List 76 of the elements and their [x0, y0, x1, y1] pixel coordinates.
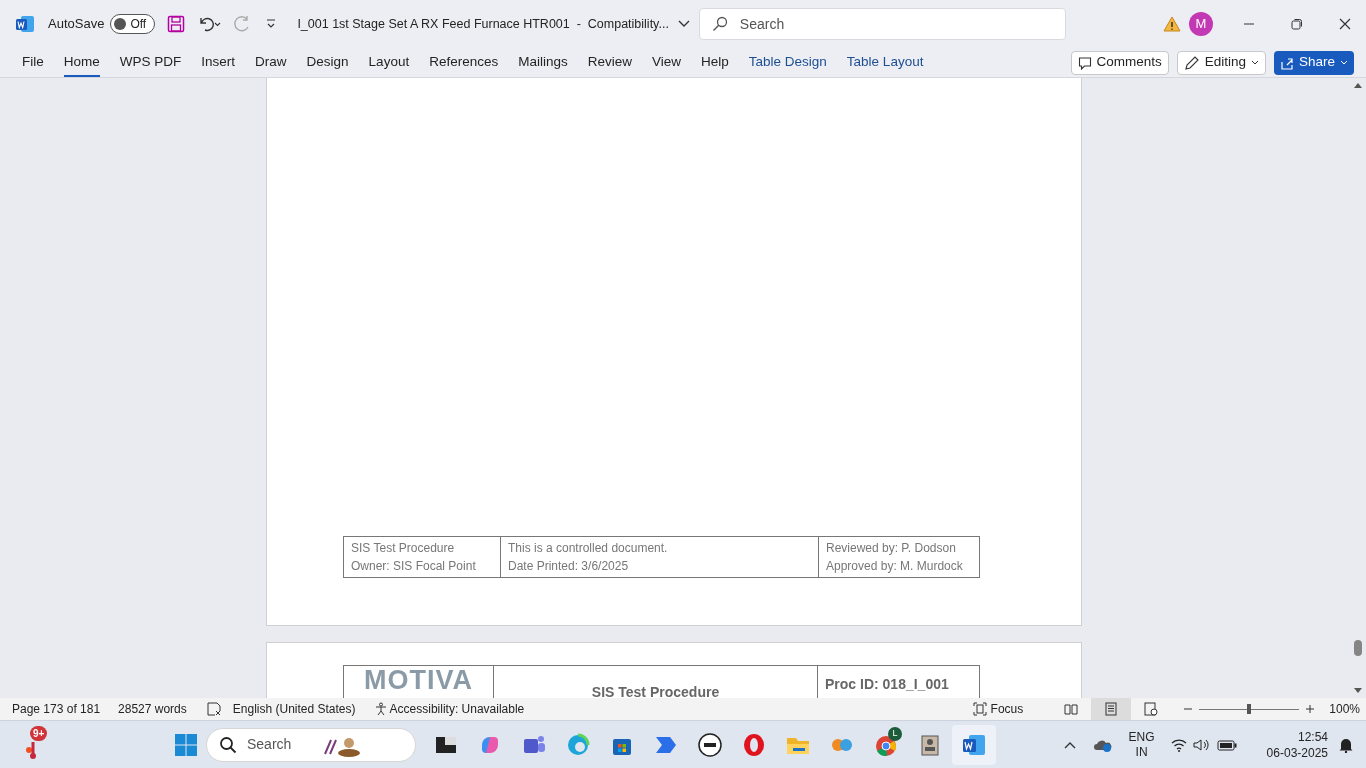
word-logo-icon: [16, 15, 34, 33]
search-icon: [219, 735, 237, 754]
battery-icon[interactable]: [1216, 738, 1237, 751]
ribbon-tab[interactable]: Review: [577, 47, 642, 78]
zoom-percent[interactable]: 100%: [1329, 700, 1360, 718]
profile-badge: L: [888, 726, 902, 741]
comments-button[interactable]: Comments: [1071, 50, 1169, 75]
caret-icon: [1340, 59, 1348, 66]
accessibility-icon[interactable]: [373, 702, 388, 716]
ribbon-tab[interactable]: Table Design: [738, 47, 837, 78]
wifi-icon[interactable]: [1170, 737, 1187, 752]
ribbon-tab[interactable]: WPS PDF: [109, 47, 192, 78]
editing-button[interactable]: Editing: [1176, 50, 1266, 75]
notification-badge: 9+: [30, 725, 48, 741]
ribbon-tab[interactable]: Home: [53, 47, 110, 78]
web-view-icon: [1144, 702, 1159, 716]
avatar[interactable]: M: [1188, 12, 1213, 36]
caret-icon: [1250, 59, 1259, 66]
ribbon-tab[interactable]: Mailings: [508, 47, 578, 78]
focus-button[interactable]: Focus: [972, 700, 1024, 718]
save-icon[interactable]: [167, 15, 186, 33]
warning-icon[interactable]: [1162, 16, 1181, 32]
focus-icon: [972, 702, 987, 716]
taskbar-search[interactable]: Search: [206, 727, 416, 762]
zoom-in-icon[interactable]: [1305, 704, 1316, 714]
footer-text: SIS Test Procedure: [351, 540, 456, 557]
ribbon-tab[interactable]: View: [642, 47, 692, 78]
page-count[interactable]: Page 173 of 181: [12, 700, 101, 718]
zoom-thumb[interactable]: [1247, 704, 1252, 714]
share-button[interactable]: Share: [1273, 50, 1354, 75]
document-title: I_001 1st Stage Set A RX Feed Furnace HTR001 - Compatibility...: [297, 16, 669, 33]
language-status[interactable]: English (United States): [232, 700, 356, 718]
ribbon-tab[interactable]: References: [419, 47, 509, 78]
volume-icon[interactable]: [1192, 737, 1211, 752]
opera-icon[interactable]: [741, 731, 767, 758]
restore-icon[interactable]: [1290, 18, 1303, 30]
footer-text: This is a controlled document.: [508, 540, 669, 557]
search-field[interactable]: Search: [698, 8, 1066, 40]
search-icon: [711, 16, 728, 32]
clock[interactable]: 12:54 06-03-2025: [1266, 728, 1328, 761]
print-view-icon: [1104, 702, 1119, 716]
language-indicator[interactable]: ENG IN: [1128, 729, 1155, 760]
word-count[interactable]: 28527 words: [118, 700, 187, 718]
ribbon-tab[interactable]: Draw: [245, 47, 297, 78]
ribbon-tab[interactable]: Design: [296, 47, 359, 78]
search-input[interactable]: Search: [739, 12, 1040, 36]
scroll-thumb[interactable]: [1354, 640, 1362, 656]
customize-icon[interactable]: [265, 18, 278, 30]
scroll-down-icon[interactable]: [1353, 687, 1363, 695]
logo-text: MOTIVA: [364, 666, 473, 694]
start-icon[interactable]: [174, 732, 198, 757]
ribbon-tab[interactable]: Table Layout: [836, 47, 934, 78]
pencil-icon: [1183, 54, 1200, 71]
accessibility-status[interactable]: Accessibility: Unavailable: [389, 700, 525, 718]
chevron-down-icon[interactable]: [676, 19, 691, 29]
share-icon: [1279, 55, 1294, 70]
ribbon-tab[interactable]: Layout: [358, 47, 420, 78]
header-title: SIS Test Procedure: [591, 683, 720, 698]
proofing-icon[interactable]: [206, 702, 221, 716]
notification-bell-icon[interactable]: [1338, 736, 1354, 753]
autosave-toggle[interactable]: Off: [110, 14, 156, 34]
footer-text: Date Printed: 3/6/2025: [508, 558, 630, 575]
footer-text: Approved by: M. Murdock: [826, 558, 964, 575]
read-view-icon: [1064, 702, 1079, 716]
footer-text: Owner: SIS Focal Point: [351, 558, 477, 575]
print-view-button[interactable]: [1091, 698, 1132, 720]
ribbon-tab[interactable]: File: [12, 47, 54, 78]
ribbon-tab[interactable]: Help: [691, 47, 739, 78]
autosave-label: AutoSave: [48, 15, 105, 34]
zoom-slider[interactable]: [1199, 704, 1300, 714]
comment-icon: [1078, 55, 1093, 70]
proc-id: Proc ID: 018_I_001: [825, 676, 949, 692]
close-icon[interactable]: [1338, 18, 1351, 30]
footer-text: Reviewed by: P. Dodson: [826, 540, 957, 557]
scroll-up-icon[interactable]: [1353, 81, 1363, 89]
ribbon-tab[interactable]: Insert: [191, 47, 246, 78]
